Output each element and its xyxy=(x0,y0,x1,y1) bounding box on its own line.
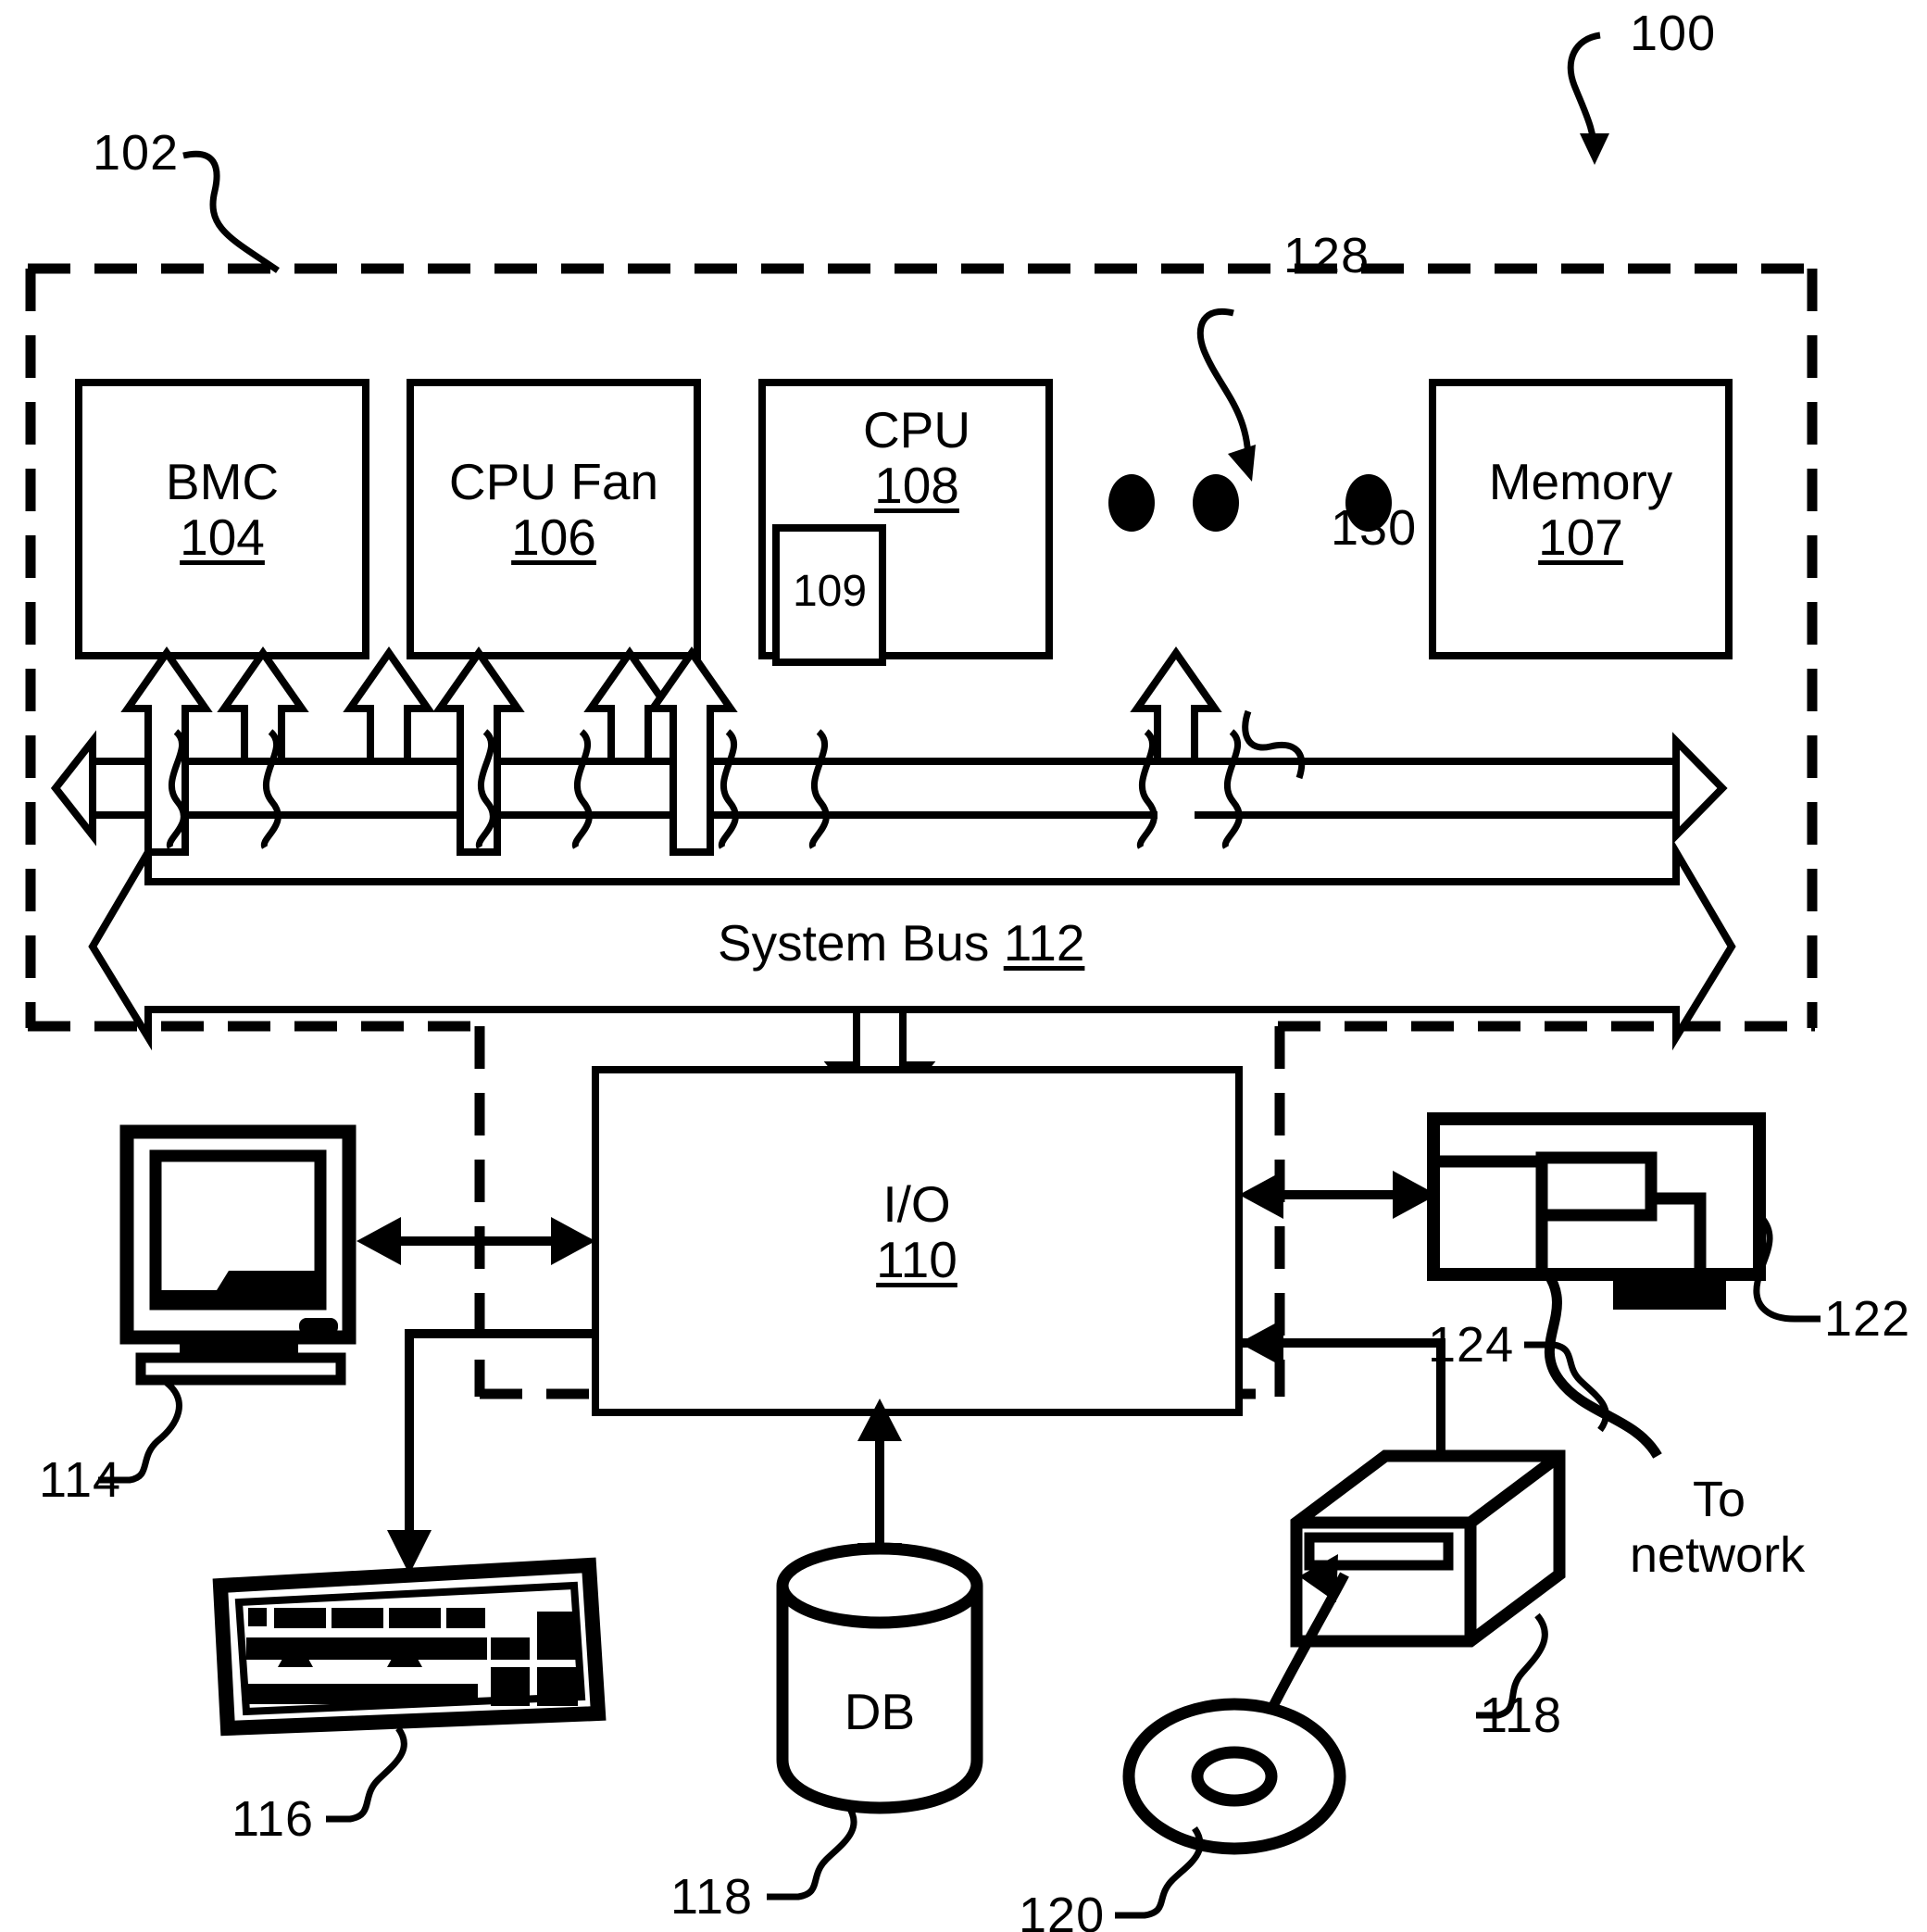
cpu-fan-block-label: CPU Fan xyxy=(448,453,659,510)
riser-bmc-left xyxy=(120,646,213,856)
io-block-number: 110 xyxy=(876,1231,957,1288)
monitor-reference-114: 114 xyxy=(39,1452,122,1508)
to-network-caption-line1: To xyxy=(1693,1472,1746,1527)
riser-cpufan-right xyxy=(432,646,525,856)
keyboard-graphic xyxy=(212,1329,607,1823)
lead-line-100 xyxy=(1567,31,1609,165)
network-cable-reference-124: 124 xyxy=(1428,1317,1515,1373)
lead-line-130 xyxy=(1242,709,1306,780)
monitor-graphic xyxy=(98,1124,357,1484)
system-bus-number: 112 xyxy=(1003,914,1085,972)
system-bus-text: System Bus xyxy=(718,914,990,972)
lead-line-128 xyxy=(1196,307,1256,482)
inner-bus-reference-130: 130 xyxy=(1331,500,1418,556)
cpu-sub-block-number: 109 xyxy=(792,567,868,616)
cpu-fan-block-number: 106 xyxy=(511,508,596,566)
inner-bus-130 xyxy=(50,729,1728,849)
riser-memory xyxy=(1130,646,1222,765)
bmc-block-label: BMC xyxy=(165,453,280,510)
disk-drive-graphic xyxy=(1239,1319,1566,1719)
optical-disc-reference-120: 120 xyxy=(1019,1888,1106,1932)
memory-block-label: Memory xyxy=(1488,453,1673,510)
database-reference-118: 118 xyxy=(670,1869,754,1925)
figure-reference-100: 100 xyxy=(1630,6,1717,61)
database-label: DB xyxy=(844,1683,916,1740)
cpu-block-number: 108 xyxy=(874,457,959,514)
riser-cpufan-left xyxy=(343,646,435,765)
network-adapter-reference-122: 122 xyxy=(1824,1291,1911,1347)
cpu-block-label: CPU xyxy=(862,401,971,458)
system-bus-label: System Bus 112 xyxy=(718,914,1085,972)
network-adapter-graphic xyxy=(1239,1112,1821,1459)
memory-block-number: 107 xyxy=(1538,508,1623,566)
disk-drive-reference-118: 118 xyxy=(1480,1687,1563,1743)
riser-cpu-right xyxy=(645,646,738,856)
riser-bmc-right xyxy=(217,646,309,765)
patent-figure: 100 102 128 130 BMC 104 CPU Fan 106 CPU … xyxy=(0,0,1927,1932)
bus-riser-arrows xyxy=(120,646,1222,856)
ellipsis-reference-128: 128 xyxy=(1283,228,1370,283)
bmc-block-number: 104 xyxy=(180,508,265,566)
io-block-label: I/O xyxy=(882,1175,951,1233)
lead-line-102 xyxy=(182,150,280,273)
to-network-caption-line2: network xyxy=(1630,1527,1806,1583)
keyboard-reference-116: 116 xyxy=(231,1791,315,1847)
database-graphic xyxy=(767,1399,983,1901)
chassis-reference-102: 102 xyxy=(93,125,180,181)
